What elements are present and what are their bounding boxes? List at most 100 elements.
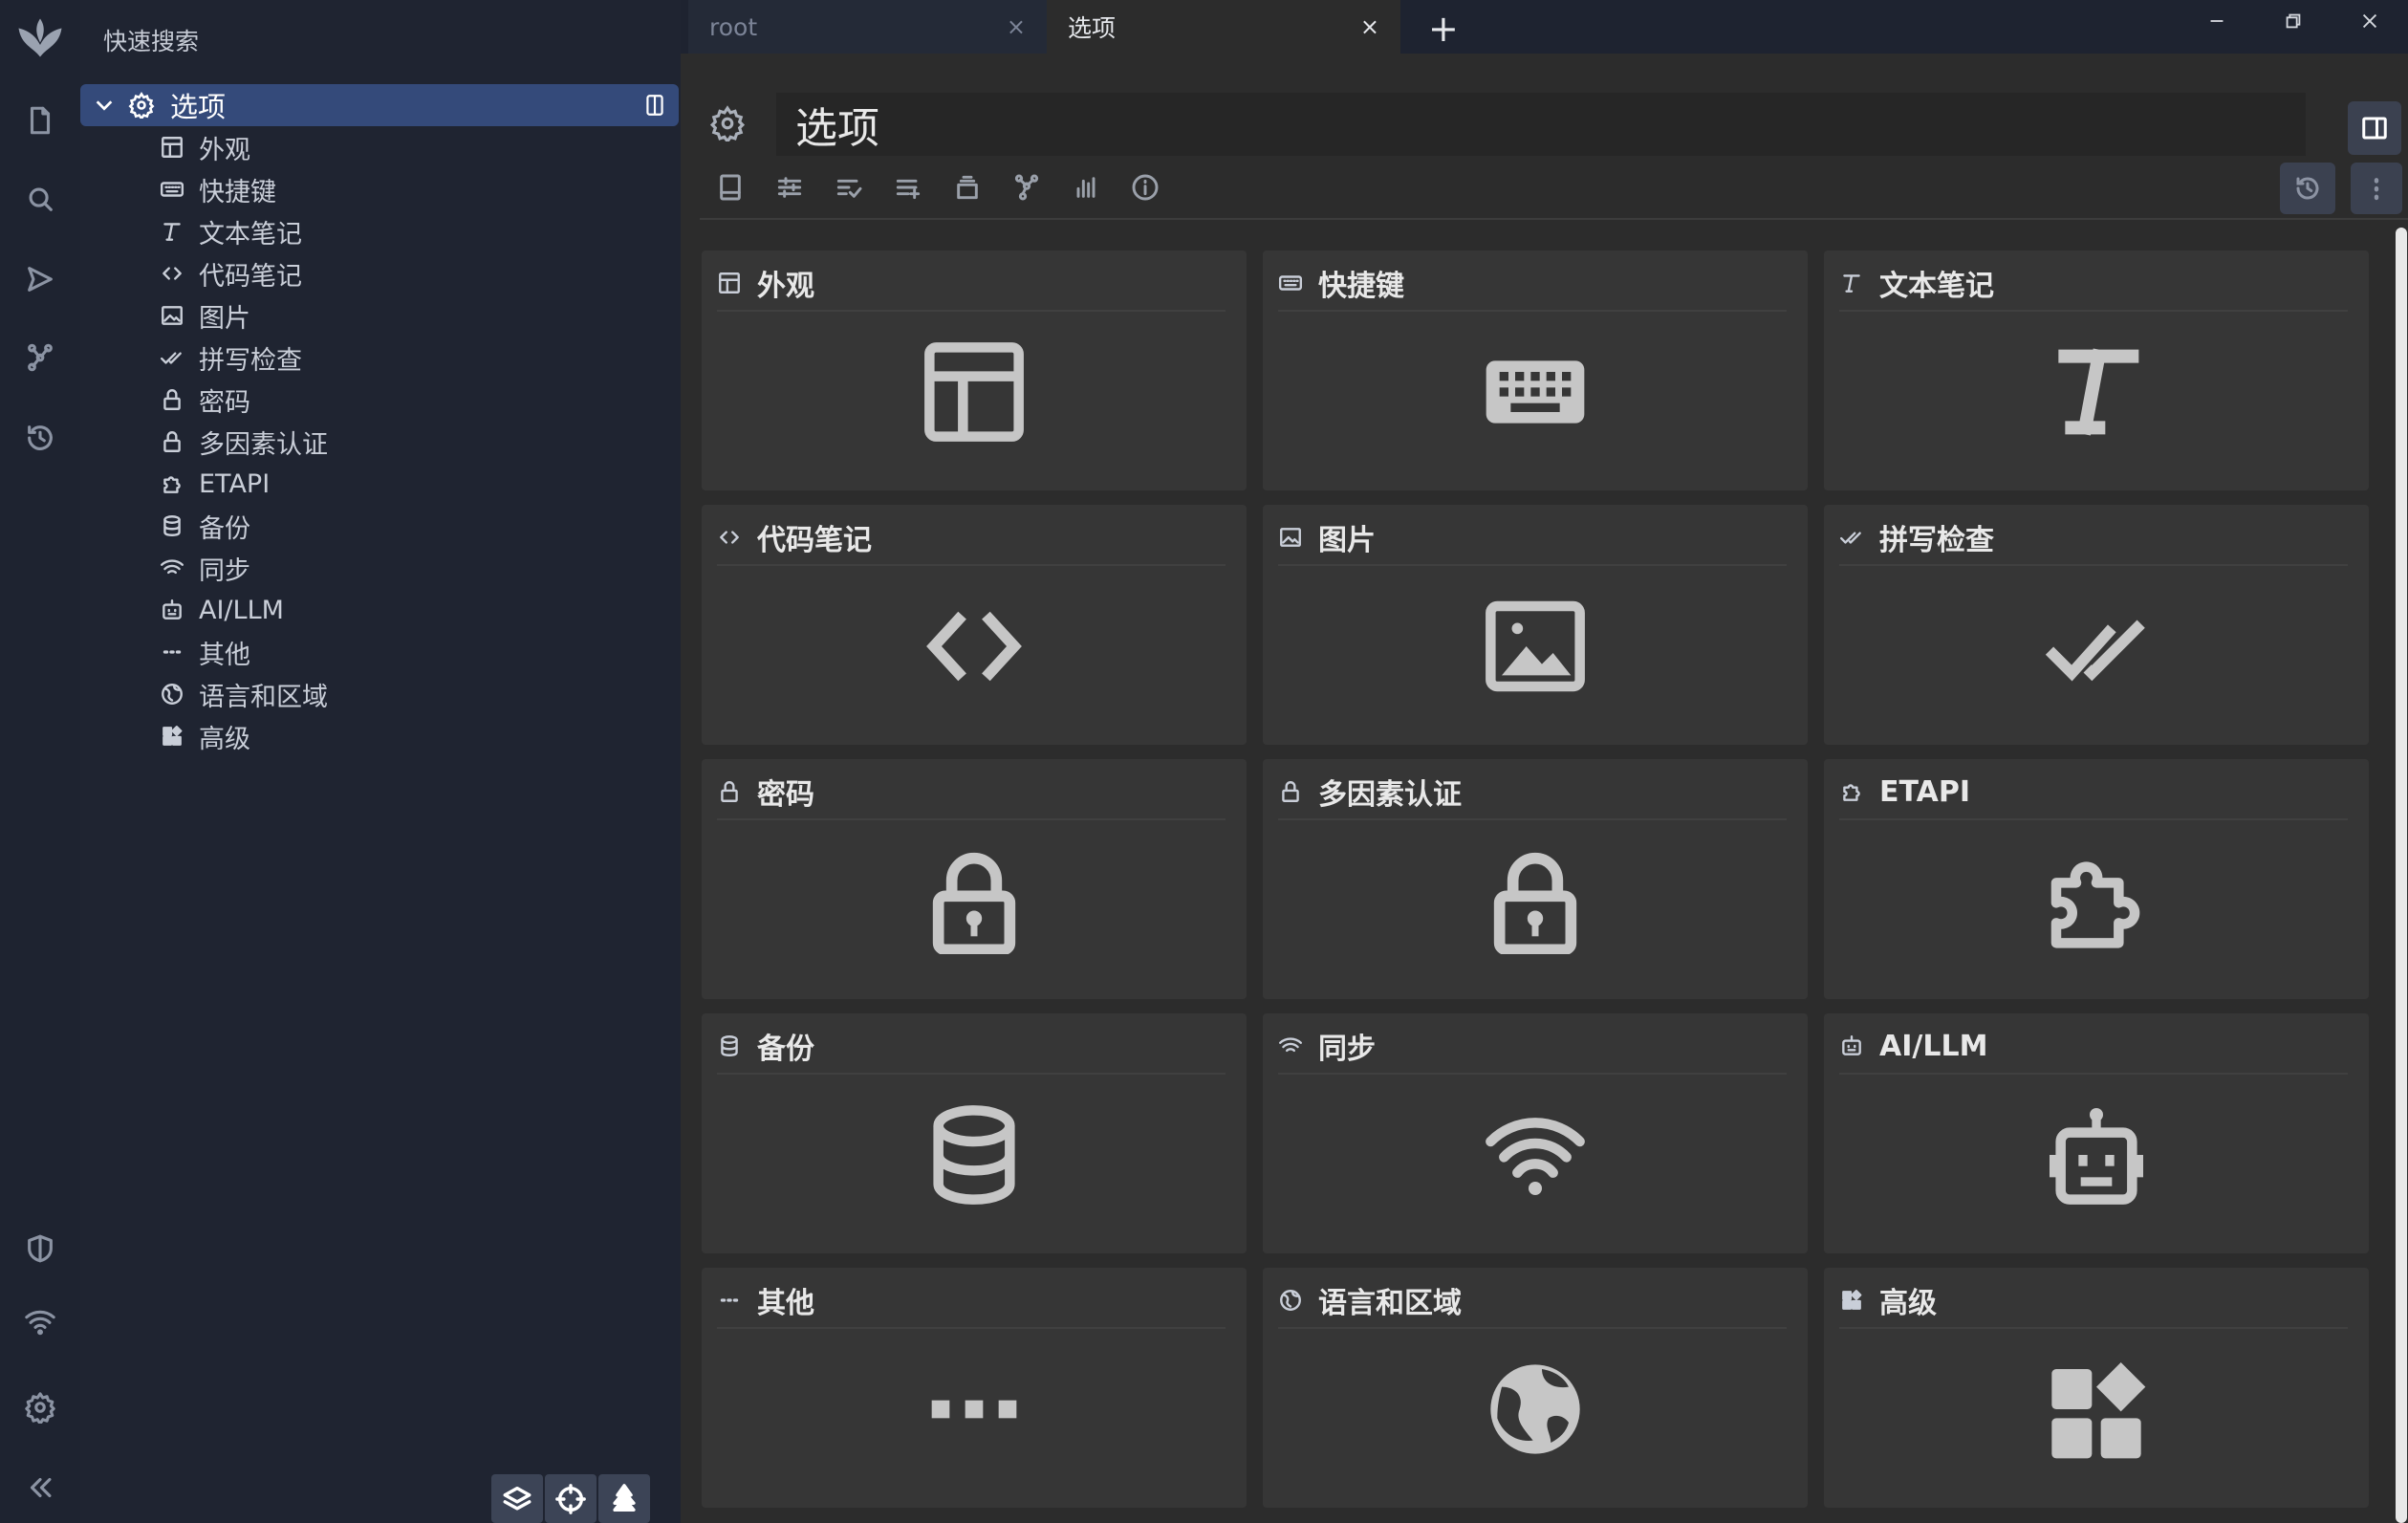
card-mfa[interactable]: 多因素认证 (1263, 759, 1808, 999)
collapse-tree-button[interactable] (491, 1474, 543, 1523)
tab-root[interactable]: root × (688, 0, 1047, 54)
wifi-icon (1278, 1033, 1303, 1058)
book-properties-icon[interactable] (709, 166, 751, 208)
revisions-button[interactable] (2280, 163, 2335, 214)
launcher-bar (0, 0, 80, 1523)
tree-item-label: 代码笔记 (199, 261, 302, 292)
minimize-button[interactable] (2179, 0, 2255, 42)
text-check-icon[interactable] (828, 166, 870, 208)
text-icon (159, 218, 185, 245)
tree-icon (613, 1483, 636, 1512)
toggle-right-pane-button[interactable] (2348, 101, 2401, 155)
keyboard-icon (1486, 360, 1585, 424)
tab-options[interactable]: 选项 × (1047, 0, 1400, 54)
card-title: 多因素认证 (1318, 778, 1462, 812)
settings-sliders-icon[interactable] (769, 166, 811, 208)
tree-item-ai-llm[interactable]: AI/LLM (159, 591, 284, 629)
wifi-icon (1486, 1118, 1585, 1195)
search-icon[interactable] (0, 170, 80, 228)
card-password[interactable]: 密码 (702, 759, 1247, 999)
send-icon[interactable] (0, 250, 80, 308)
card-sync[interactable]: 同步 (1263, 1013, 1808, 1253)
split-view-icon[interactable] (642, 93, 667, 118)
scrollbar[interactable] (2396, 228, 2407, 1523)
puzzle-icon (1839, 779, 1864, 804)
layout-icon (159, 134, 185, 161)
tab-title: 选项 (1068, 14, 1117, 42)
tree-item-shortcuts[interactable]: 快捷键 (159, 170, 276, 208)
close-tab-icon[interactable]: × (1360, 13, 1379, 40)
chevron-down-icon[interactable] (94, 95, 115, 116)
tree-item-label: 多因素认证 (199, 429, 328, 460)
card-shortcuts[interactable]: 快捷键 (1263, 250, 1808, 490)
note-detail-pane: 选项 外观 快捷键 文本笔记 代码笔记 图片 拼写检查 密码 多因素认证 ETA… (681, 54, 2408, 1523)
new-note-icon[interactable] (0, 92, 80, 149)
tree-item-sync[interactable]: 同步 (159, 549, 250, 587)
ribbon-toolbar (681, 161, 2408, 214)
note-actions-button[interactable] (2351, 163, 2402, 214)
info-icon[interactable] (1124, 166, 1166, 208)
lock-icon (1493, 852, 1577, 954)
note-map-icon[interactable] (0, 329, 80, 386)
image-icon (159, 302, 185, 329)
database-icon (933, 1105, 1015, 1205)
quick-search-input[interactable]: 快速搜索 (103, 23, 199, 57)
card-text-notes[interactable]: 文本笔记 (1824, 250, 2369, 490)
card-appearance[interactable]: 外观 (702, 250, 1247, 490)
card-etapi[interactable]: ETAPI (1824, 759, 2369, 999)
bot-icon (1839, 1033, 1864, 1058)
tree-item-advanced[interactable]: 高级 (159, 717, 250, 755)
card-language[interactable]: 语言和区域 (1263, 1268, 1808, 1508)
collapse-sidebar-icon[interactable] (0, 1459, 80, 1516)
tree-settings-button[interactable] (598, 1474, 650, 1523)
sync-status-icon[interactable] (0, 1293, 80, 1350)
card-other[interactable]: 其他 (702, 1268, 1247, 1508)
restore-button[interactable] (2255, 0, 2332, 42)
card-images[interactable]: 图片 (1263, 505, 1808, 745)
tree-item-label: 密码 (199, 387, 250, 418)
card-title: 语言和区域 (1318, 1287, 1462, 1320)
stats-bars-icon[interactable] (1065, 166, 1107, 208)
lock-icon (932, 852, 1016, 954)
divider (700, 218, 2408, 220)
tree-item-label: 图片 (199, 303, 250, 334)
tree-item-code-notes[interactable]: 代码笔记 (159, 254, 302, 293)
card-code-notes[interactable]: 代码笔记 (702, 505, 1247, 745)
tree-item-options[interactable]: 选项 (80, 84, 679, 126)
note-map-icon[interactable] (1006, 166, 1048, 208)
app-logo-icon[interactable] (0, 10, 80, 71)
tree-item-label: 备份 (199, 513, 250, 544)
tree-item-language[interactable]: 语言和区域 (159, 675, 328, 713)
tree-item-etapi[interactable]: ETAPI (159, 465, 270, 503)
scroll-to-active-button[interactable] (545, 1474, 597, 1523)
tree-item-text-notes[interactable]: 文本笔记 (159, 212, 302, 250)
tree-item-label: AI/LLM (199, 595, 284, 625)
protected-session-icon[interactable] (0, 1220, 80, 1277)
lock-icon (1278, 779, 1303, 804)
tree-item-password[interactable]: 密码 (159, 381, 250, 419)
card-spellcheck[interactable]: 拼写检查 (1824, 505, 2369, 745)
tree-item-spellcheck[interactable]: 拼写检查 (159, 338, 302, 377)
tree-item-mfa[interactable]: 多因素认证 (159, 423, 328, 461)
tree-item-backup[interactable]: 备份 (159, 507, 250, 545)
note-icon-gear[interactable] (709, 105, 746, 141)
tree-item-appearance[interactable]: 外观 (159, 128, 250, 166)
note-title-input[interactable]: 选项 (776, 93, 2306, 156)
card-advanced[interactable]: 高级 (1824, 1268, 2369, 1508)
close-tab-icon[interactable]: × (1007, 13, 1026, 40)
tree-item-label: 文本笔记 (199, 219, 302, 250)
widgets-icon (2051, 1362, 2146, 1459)
card-title: 图片 (1318, 524, 1376, 557)
close-window-button[interactable] (2332, 0, 2408, 42)
card-backup[interactable]: 备份 (702, 1013, 1247, 1253)
recent-changes-icon[interactable] (0, 409, 80, 467)
card-ai-llm[interactable]: AI/LLM (1824, 1013, 2369, 1253)
tree-item-other[interactable]: 其他 (159, 633, 250, 671)
inbox-stack-icon[interactable] (946, 166, 988, 208)
puzzle-icon (159, 470, 185, 497)
list-add-icon[interactable] (887, 166, 929, 208)
tree-item-images[interactable]: 图片 (159, 296, 250, 335)
settings-gear-icon[interactable] (0, 1379, 80, 1436)
new-tab-button[interactable]: + (1428, 8, 1459, 50)
image-icon (1278, 525, 1303, 550)
